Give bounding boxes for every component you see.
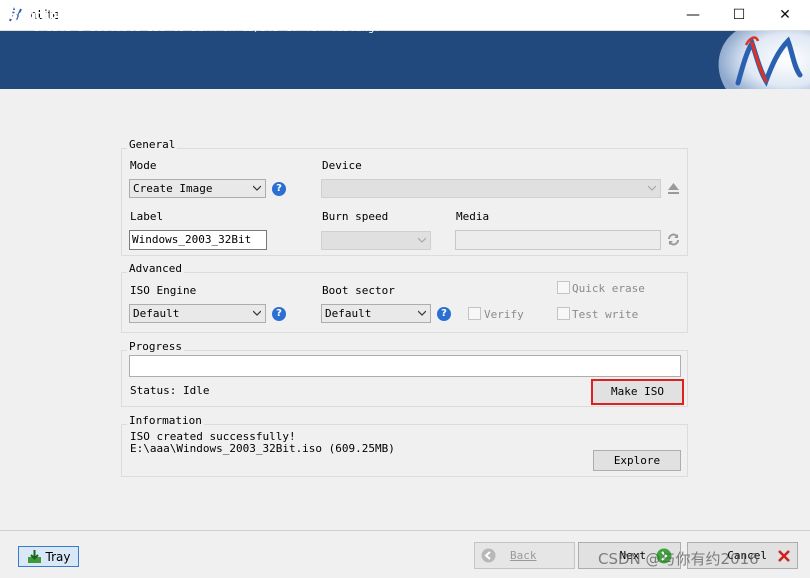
page-subtitle: Create a bootable ISO to burn on CD/DVD … [33,22,381,34]
tray-button[interactable]: Tray [18,546,79,567]
iso-engine-label: ISO Engine [130,284,197,297]
quick-erase-label: Quick erase [572,282,645,295]
iso-engine-select[interactable]: Default [129,304,266,323]
chevron-down-icon [648,185,656,191]
iso-engine-select-value: Default [133,307,180,320]
boot-sector-help-icon[interactable]: ? [437,307,451,321]
status-text: Status: Idle [130,384,210,397]
boot-sector-label: Boot sector [322,284,395,297]
progress-group-label: Progress [127,340,184,353]
page-title: Bootable ISO [9,8,97,22]
burn-speed-label: Burn speed [322,210,389,223]
chevron-down-icon [253,310,261,316]
make-iso-button-label: Make ISO [611,385,664,398]
verify-checkbox[interactable] [468,307,481,320]
watermark-text: CSDN @与你有约2016 [598,550,759,568]
media-field [455,230,661,250]
mode-label: Mode [130,159,157,172]
progress-bar [129,355,681,377]
back-button[interactable]: Back [474,542,575,569]
tray-button-label: Tray [45,549,71,564]
header-banner [0,31,810,89]
burn-speed-select[interactable] [321,231,431,250]
general-group-label: General [127,138,178,151]
info-line-2: E:\aaa\Windows_2003_32Bit.iso (609.25MB) [130,442,395,455]
tray-icon [27,550,41,563]
chevron-down-icon [418,310,426,316]
chevron-down-icon [253,185,261,191]
verify-label: Verify [484,308,524,321]
device-select[interactable] [321,179,661,198]
iso-engine-help-icon[interactable]: ? [272,307,286,321]
cancel-x-icon [778,549,790,562]
make-iso-button[interactable]: Make ISO [591,379,684,405]
back-arrow-icon [481,548,496,563]
chevron-down-icon [418,237,426,243]
test-write-checkbox[interactable] [557,307,570,320]
refresh-icon[interactable] [666,232,681,247]
eject-icon[interactable] [666,181,681,196]
advanced-group-label: Advanced [127,262,184,275]
test-write-label: Test write [572,308,639,321]
quick-erase-checkbox[interactable] [557,281,570,294]
mode-select[interactable]: Create Image [129,179,266,198]
maximize-button[interactable]: ☐ [716,0,762,30]
maximize-icon: ☐ [732,7,746,23]
mode-select-value: Create Image [133,182,213,195]
explore-button-label: Explore [613,454,661,467]
close-button[interactable]: ✕ [762,0,808,30]
nlite-logo-icon [718,31,810,89]
minimize-button[interactable]: — [670,0,716,30]
boot-sector-select[interactable]: Default [321,304,431,323]
mode-help-icon[interactable]: ? [272,182,286,196]
close-icon: ✕ [779,7,791,23]
media-label: Media [456,210,490,223]
label-label: Label [130,210,164,223]
back-button-label: Back [510,549,537,562]
label-input[interactable]: Windows_2003_32Bit [129,230,267,250]
information-group-label: Information [127,414,204,427]
explore-button[interactable]: Explore [593,450,681,471]
minimize-icon: — [686,7,700,23]
boot-sector-select-value: Default [325,307,372,320]
device-label: Device [322,159,362,172]
